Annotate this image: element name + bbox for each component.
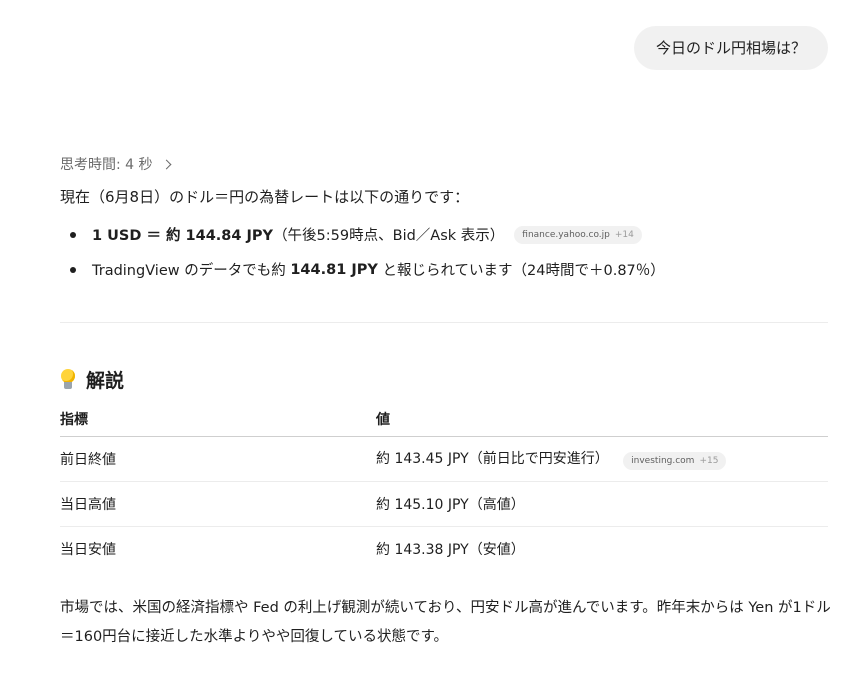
source-count: +15 (699, 456, 719, 466)
response-intro: 現在（6月8日）のドル＝円の為替レートは以下の通りです： (60, 188, 470, 206)
table-row: 当日安値 約 143.38 JPY（安値） (60, 527, 828, 572)
source-name: finance.yahoo.co.jp (522, 229, 610, 240)
row-label: 当日安値 (60, 542, 116, 558)
tradingview-rate: 144.81 JPY (290, 261, 378, 278)
section-title: 解説 (86, 370, 125, 392)
list-item: 1 USD ＝ 約 144.84 JPY （午後5:59時点、Bid／Ask 表… (70, 224, 642, 245)
row-value: 約 143.38 JPY（安値） (376, 542, 525, 558)
source-chip-yahoo[interactable]: finance.yahoo.co.jp +14 (514, 225, 642, 244)
rate-note: （午後5:59時点、Bid／Ask 表示） (273, 228, 505, 244)
section-heading: 解説 (60, 366, 124, 393)
row-value: 約 145.10 JPY（高値） (376, 481, 828, 527)
column-header-indicator: 指標 (60, 402, 376, 437)
row-label: 前日終値 (60, 436, 376, 482)
thinking-time-label: 思考時間: 4 秒 (60, 157, 153, 173)
table-row: 前日終値 約 143.45 JPY（前日比で円安進行） investing.co… (60, 436, 828, 482)
table-row: 当日高値 約 145.10 JPY（高値） (60, 481, 828, 527)
row-value-cell: 約 143.45 JPY（前日比で円安進行） investing.com +15 (376, 436, 828, 482)
source-chip-investing[interactable]: investing.com +15 (623, 452, 727, 470)
summary-paragraph: 市場では、米国の経済指標や Fed の利上げ観測が続いており、円安ドル高が進んで… (60, 600, 831, 645)
source-count: +14 (614, 229, 634, 240)
tradingview-text-pre: TradingView のデータでも約 (92, 263, 291, 279)
section-divider (60, 322, 828, 323)
list-item: TradingView のデータでも約 144.81 JPY と報じられています… (70, 259, 665, 280)
row-label: 当日高値 (60, 481, 376, 527)
source-name: investing.com (631, 456, 695, 466)
tradingview-text-post: と報じられています（24時間で＋0.87％） (377, 263, 665, 279)
bullet-dot (70, 231, 76, 238)
user-message-bubble: 今日のドル円相場は？ (633, 26, 828, 70)
thinking-time-toggle[interactable]: 思考時間: 4 秒 (60, 154, 171, 174)
table-header-row: 指標 値 (60, 402, 828, 437)
chevron-right-icon (161, 159, 171, 169)
lightbulb-icon (60, 368, 76, 391)
row-value: 約 143.45 JPY（前日比で円安進行） (376, 451, 609, 467)
column-header-value: 値 (376, 402, 828, 437)
rate-table: 指標 値 前日終値 約 143.45 JPY（前日比で円安進行） investi… (60, 402, 828, 571)
rate-value: 1 USD ＝ 約 144.84 JPY (92, 228, 274, 244)
bullet-dot (70, 266, 76, 273)
